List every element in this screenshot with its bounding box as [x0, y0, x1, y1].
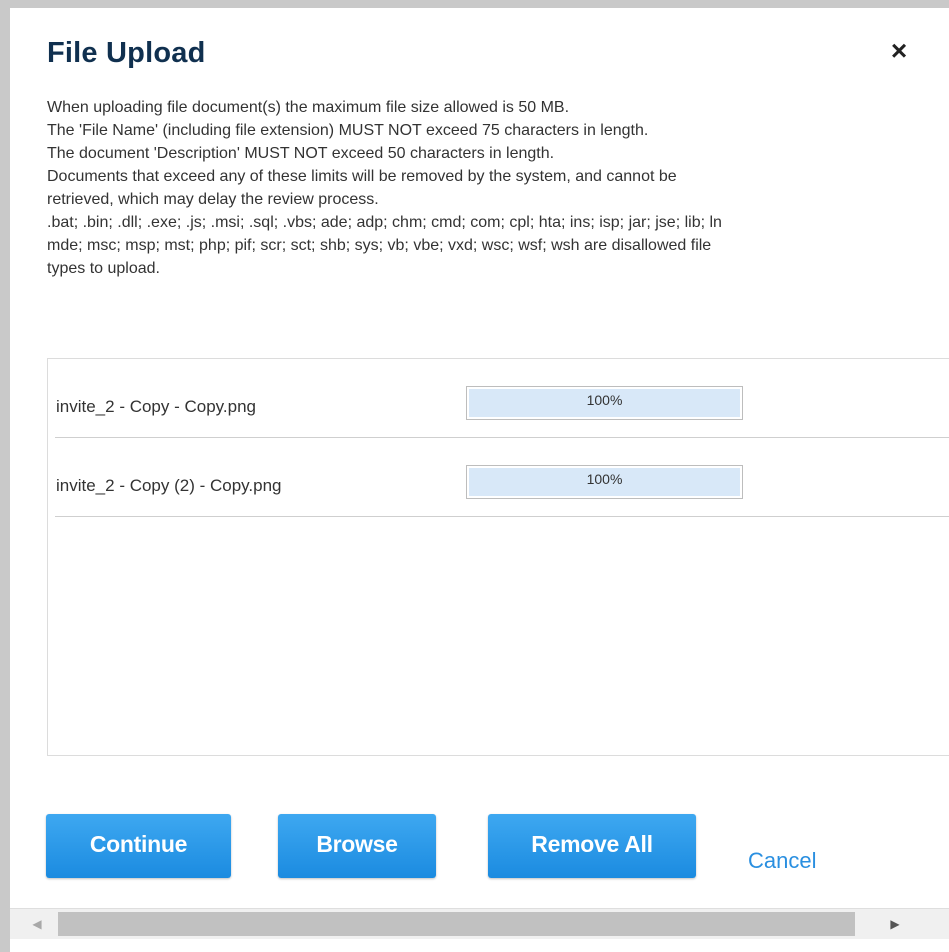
file-row: invite_2 - Copy (2) - Copy.png 100% — [55, 438, 949, 517]
file-list: invite_2 - Copy - Copy.png 100% invite_2… — [47, 358, 949, 756]
upload-progress-bar: 100% — [466, 386, 743, 420]
scroll-right-icon[interactable]: ▶ — [882, 909, 908, 939]
scrollbar-thumb[interactable] — [58, 912, 855, 936]
progress-fill: 100% — [469, 389, 740, 417]
file-name: invite_2 - Copy (2) - Copy.png — [56, 476, 282, 495]
dialog-title: File Upload — [47, 37, 206, 69]
horizontal-scrollbar[interactable]: ◀ ▶ — [10, 908, 949, 939]
remove-all-button[interactable]: Remove All — [488, 814, 696, 878]
instruction-line: The document 'Description' MUST NOT exce… — [47, 145, 555, 162]
instruction-line: .bat; .bin; .dll; .exe; .js; .msi; .sql;… — [47, 214, 722, 231]
file-row: invite_2 - Copy - Copy.png 100% — [55, 359, 949, 438]
instruction-line: retrieved, which may delay the review pr… — [47, 191, 379, 208]
instruction-line: When uploading file document(s) the maxi… — [47, 99, 570, 116]
scroll-left-icon[interactable]: ◀ — [24, 909, 50, 939]
browse-button[interactable]: Browse — [278, 814, 436, 878]
cancel-link[interactable]: Cancel — [748, 848, 816, 874]
file-name: invite_2 - Copy - Copy.png — [56, 397, 257, 416]
instruction-line: Documents that exceed any of these limit… — [47, 168, 677, 185]
upload-instructions: When uploading file document(s) the maxi… — [47, 96, 947, 280]
instruction-line: mde; msc; msp; mst; php; pif; scr; sct; … — [47, 237, 712, 254]
progress-fill: 100% — [469, 468, 740, 496]
instruction-line: The 'File Name' (including file extensio… — [47, 122, 649, 139]
progress-label: 100% — [586, 471, 623, 487]
file-upload-dialog: File Upload × When uploading file docume… — [10, 8, 949, 952]
close-icon[interactable]: × — [886, 37, 912, 65]
continue-button[interactable]: Continue — [46, 814, 231, 878]
upload-progress-bar: 100% — [466, 465, 743, 499]
instruction-line: types to upload. — [47, 260, 160, 277]
progress-label: 100% — [586, 392, 623, 408]
